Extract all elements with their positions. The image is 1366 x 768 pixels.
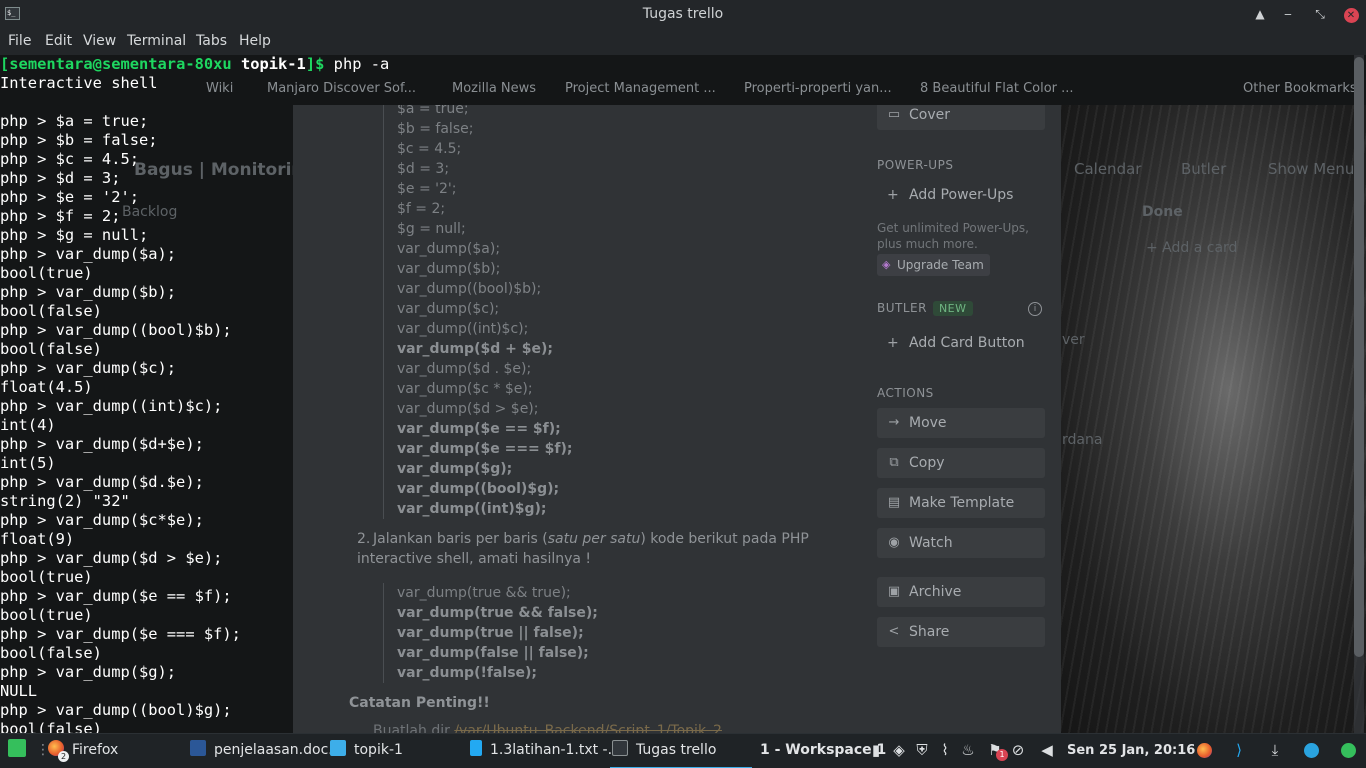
terminal-output[interactable]: [sementara@sementara-80xu topik-1]$ php …	[0, 55, 1366, 738]
terminal-line: php > var_dump((bool)$b);	[0, 321, 232, 339]
terminal-line: float(9)	[0, 530, 75, 548]
terminal-line: string(2) "32"	[0, 492, 130, 510]
terminal-line: php > var_dump($d.$e);	[0, 473, 204, 491]
firefox-tray-icon[interactable]	[1194, 734, 1214, 768]
wifi-icon[interactable]: ◈	[889, 734, 909, 768]
restore-icon[interactable]: ⤡	[1308, 0, 1332, 28]
updates-icon[interactable]: ⚑ 1	[985, 734, 1008, 768]
terminal-line: php > var_dump($d > $e);	[0, 549, 223, 567]
terminal-line: NULL	[0, 682, 38, 700]
terminal-line: php > $g = null;	[0, 226, 149, 244]
task-firefox[interactable]: Firefox 2	[48, 734, 118, 768]
terminal-line: php > $d = 3;	[0, 169, 121, 187]
prompt-directory: topik-1	[240, 55, 306, 73]
app-launcher-icon[interactable]	[8, 734, 34, 768]
terminal-line: php > var_dump($a);	[0, 245, 177, 263]
terminal-prompt-line: [sementara@sementara-80xu topik-1]$ php …	[0, 55, 390, 73]
menu-bar: File Edit View Terminal Tabs Help	[0, 28, 1366, 55]
terminal-line: int(5)	[0, 454, 56, 472]
menu-tabs[interactable]: Tabs	[196, 28, 227, 55]
window-title: Tugas trello	[642, 6, 724, 22]
terminal-line: php > var_dump((int)$c);	[0, 397, 223, 415]
close-icon[interactable]: ✕	[1339, 0, 1363, 28]
volume-icon[interactable]: ◀	[1037, 734, 1057, 768]
terminal-line: php > var_dump($g);	[0, 663, 177, 681]
terminal-line: bool(true)	[0, 568, 93, 586]
terminal-line: php > var_dump($c);	[0, 359, 177, 377]
battery-icon[interactable]: ▮	[866, 734, 886, 768]
prompt-user: sementara@sementara-80xu	[9, 55, 232, 73]
shield-icon[interactable]: ⛨	[912, 734, 932, 768]
window-titlebar[interactable]: $_ Tugas trello ▲ ‒ ⤡ ✕	[0, 0, 1366, 28]
flame-icon[interactable]: ♨	[958, 734, 978, 768]
terminal-line: bool(false)	[0, 644, 102, 662]
sync-icon[interactable]	[1338, 734, 1358, 768]
vscode-tray-icon[interactable]: ⟩	[1229, 734, 1249, 768]
terminal-line: php > $b = false;	[0, 131, 158, 149]
desktop: Wiki Manjaro Discover Sof... Mozilla New…	[0, 0, 1366, 768]
updates-badge: 1	[996, 749, 1008, 761]
keep-above-icon[interactable]: ▲	[1248, 0, 1272, 28]
telegram-icon[interactable]	[1301, 734, 1321, 768]
terminal-line: bool(false)	[0, 302, 102, 320]
terminal-line: bool(true)	[0, 606, 93, 624]
terminal-line: php > $e = '2';	[0, 188, 139, 206]
paperclip-icon[interactable]: ⌇	[935, 734, 955, 768]
task-terminal[interactable]: Tugas trello	[610, 734, 752, 768]
clock[interactable]: Sen 25 Jan, 20:16	[1067, 734, 1195, 768]
terminal-scrollbar[interactable]	[1354, 57, 1364, 657]
terminal-line: bool(true)	[0, 264, 93, 282]
taskbar: ⋮ Firefox 2 penjelaasan.doc... topik-1 1.…	[0, 733, 1366, 768]
terminal-line: php > $f = 2;	[0, 207, 121, 225]
terminal-line: php > var_dump($b);	[0, 283, 177, 301]
terminal-line: php > var_dump($d+$e);	[0, 435, 204, 453]
menu-file[interactable]: File	[8, 28, 31, 55]
terminal-line: php > var_dump($c*$e);	[0, 511, 204, 529]
download-icon[interactable]: ⤓	[1265, 734, 1285, 768]
terminal-line: php > $a = true;	[0, 112, 149, 130]
terminal-line: php > $c = 4.5;	[0, 150, 139, 168]
task-document[interactable]: penjelaasan.doc...	[190, 734, 342, 768]
terminal-line: float(4.5)	[0, 378, 93, 396]
terminal-line: int(4)	[0, 416, 56, 434]
task-vscode[interactable]: 1.3latihan-1.txt -...	[470, 734, 621, 768]
menu-view[interactable]: View	[83, 28, 116, 55]
minimize-icon[interactable]: ‒	[1276, 0, 1300, 28]
terminal-line: php > var_dump((bool)$g);	[0, 701, 232, 719]
menu-terminal[interactable]: Terminal	[127, 28, 186, 55]
firefox-window-count: 2	[58, 751, 69, 762]
terminal-line: bool(false)	[0, 340, 102, 358]
terminal-line: php > var_dump($e === $f);	[0, 625, 241, 643]
task-folder[interactable]: topik-1	[330, 734, 403, 768]
menu-help[interactable]: Help	[239, 28, 271, 55]
terminal-line: Interactive shell	[0, 74, 158, 92]
notifications-off-icon[interactable]: ⊘	[1008, 734, 1028, 768]
prompt-command: php -a	[333, 55, 390, 73]
menu-edit[interactable]: Edit	[45, 28, 72, 55]
terminal-line: php > var_dump($e == $f);	[0, 587, 232, 605]
